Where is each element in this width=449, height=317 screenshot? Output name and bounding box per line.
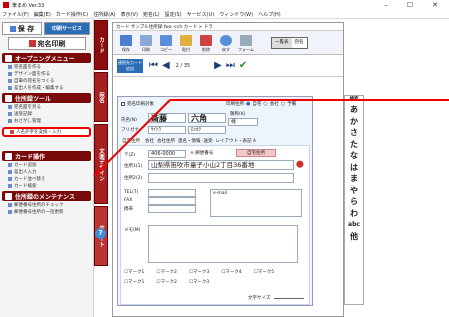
annotation-line — [93, 99, 171, 177]
annotation-overlay — [93, 99, 449, 177]
